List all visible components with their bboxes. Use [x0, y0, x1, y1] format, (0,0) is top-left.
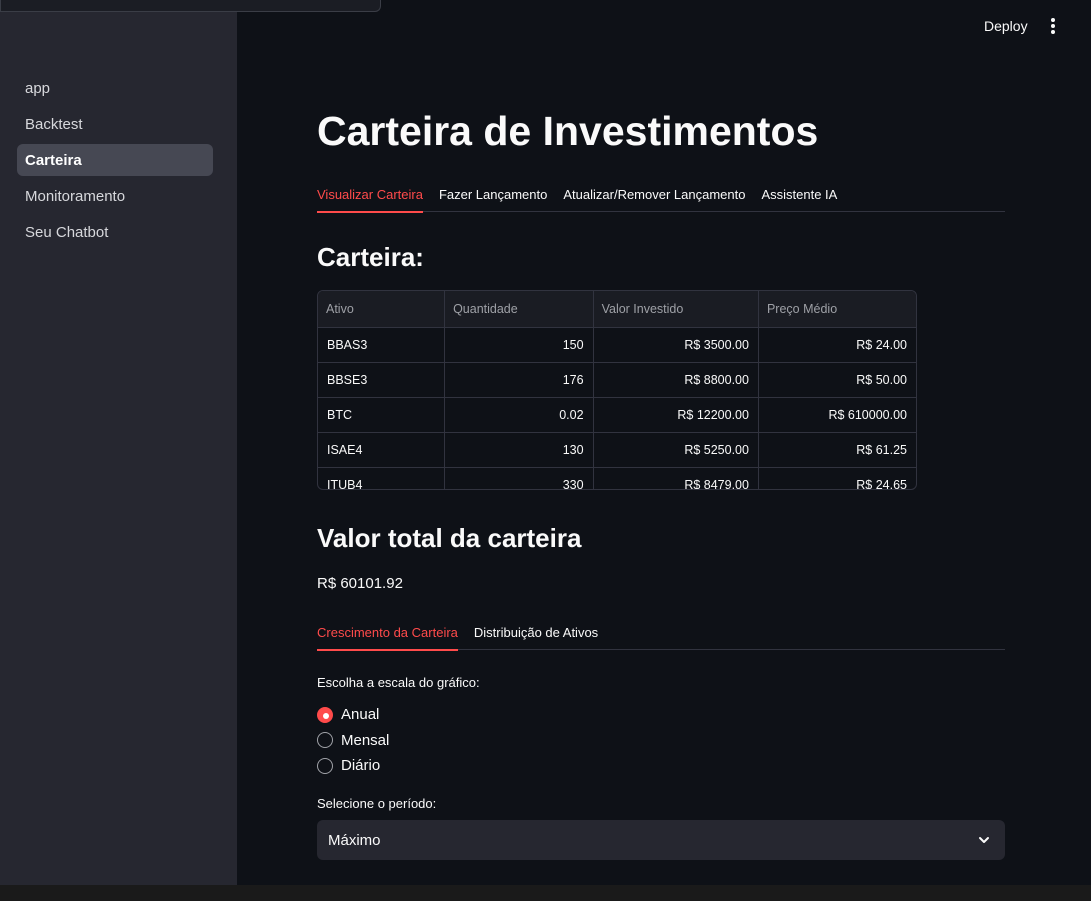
sidebar-item-label: Monitoramento — [25, 187, 126, 205]
portfolio-heading: Carteira: — [317, 242, 424, 272]
table-row: ITUB4 330 R$ 8479.00 R$ 24.65 — [318, 467, 916, 489]
sidebar-item-app[interactable]: app — [17, 72, 213, 104]
sidebar-item-label: Backtest — [25, 115, 83, 133]
sidebar-item-seu-chatbot[interactable]: Seu Chatbot — [17, 216, 213, 248]
portfolio-table[interactable]: Ativo Quantidade Valor Investido Preço M… — [317, 290, 917, 490]
table-cell[interactable]: BBSE3 — [318, 362, 446, 398]
main-menu-icon[interactable] — [1044, 16, 1062, 36]
sidebar-item-label: Carteira — [25, 151, 82, 169]
radio-unchecked-icon — [317, 732, 333, 749]
radio-label: Diário — [341, 757, 381, 775]
period-selected-value: Máximo — [328, 831, 381, 849]
sidebar-item-monitoramento[interactable]: Monitoramento — [17, 180, 213, 212]
period-select[interactable]: Máximo — [317, 820, 1005, 860]
tab-distribuicao-de-ativos[interactable]: Distribuição de Ativos — [474, 616, 598, 650]
radio-label: Mensal — [341, 731, 390, 749]
column-header-preco-medio[interactable]: Preço Médio — [758, 291, 916, 328]
radio-diario[interactable]: Diário — [317, 753, 389, 779]
page-title: Carteira de Investimentos — [317, 108, 819, 154]
column-header-ativo[interactable]: Ativo — [318, 291, 446, 328]
period-label: Selecione o período: — [317, 796, 437, 811]
column-header-quantidade[interactable]: Quantidade — [444, 291, 594, 328]
radio-label: Anual — [341, 706, 380, 724]
radio-unchecked-icon — [317, 757, 333, 774]
deploy-button[interactable]: Deploy — [984, 18, 1028, 34]
overlay-panel-edge — [0, 0, 381, 12]
table-row: BBAS3 150 R$ 3500.00 R$ 24.00 — [318, 327, 916, 363]
table-header-row: Ativo Quantidade Valor Investido Preço M… — [318, 291, 916, 328]
table-cell[interactable]: R$ 8800.00 — [593, 362, 759, 398]
table-cell[interactable]: R$ 12200.00 — [593, 397, 759, 433]
chevron-down-icon — [979, 837, 989, 843]
sidebar-item-carteira[interactable]: Carteira — [17, 144, 213, 176]
table-cell[interactable]: 330 — [444, 467, 594, 489]
table-row: BBSE3 176 R$ 8800.00 R$ 50.00 — [318, 362, 916, 398]
sidebar-item-backtest[interactable]: Backtest — [17, 108, 213, 140]
sidebar-item-label: app — [25, 79, 51, 97]
tab-visualizar-carteira[interactable]: Visualizar Carteira — [317, 178, 423, 213]
table-cell[interactable]: R$ 5250.00 — [593, 432, 759, 468]
table-cell[interactable]: R$ 50.00 — [758, 362, 916, 398]
table-cell[interactable]: ITUB4 — [318, 467, 446, 489]
bottom-bar — [0, 885, 1091, 901]
table-cell[interactable]: BBAS3 — [318, 327, 446, 363]
sidebar: app Backtest Carteira Monitoramento Seu … — [0, 0, 237, 885]
tab-crescimento-da-carteira[interactable]: Crescimento da Carteira — [317, 616, 458, 651]
table-cell[interactable]: R$ 8479.00 — [593, 467, 759, 489]
column-header-valor-investido[interactable]: Valor Investido — [593, 291, 759, 328]
table-cell[interactable]: ISAE4 — [318, 432, 446, 468]
table-cell[interactable]: R$ 61.25 — [758, 432, 916, 468]
tab-atualizar-remover-lancamento[interactable]: Atualizar/Remover Lançamento — [563, 178, 745, 212]
total-heading: Valor total da carteira — [317, 523, 582, 553]
radio-anual[interactable]: Anual — [317, 702, 389, 728]
table-row: BTC 0.02 R$ 12200.00 R$ 610000.00 — [318, 397, 916, 433]
main-tabs: Visualizar Carteira Fazer Lançamento Atu… — [317, 178, 1005, 213]
table-cell[interactable]: R$ 24.65 — [758, 467, 916, 489]
table-cell[interactable]: 176 — [444, 362, 594, 398]
table-cell[interactable]: R$ 610000.00 — [758, 397, 916, 433]
table-cell[interactable]: 130 — [444, 432, 594, 468]
tab-fazer-lancamento[interactable]: Fazer Lançamento — [439, 178, 547, 212]
sidebar-nav: app Backtest Carteira Monitoramento Seu … — [17, 72, 213, 252]
radio-mensal[interactable]: Mensal — [317, 728, 389, 754]
total-value: R$ 60101.92 — [317, 575, 403, 592]
table-cell[interactable]: 150 — [444, 327, 594, 363]
table-cell[interactable]: R$ 24.00 — [758, 327, 916, 363]
tab-assistente-ia[interactable]: Assistente IA — [761, 178, 837, 212]
table-cell[interactable]: R$ 3500.00 — [593, 327, 759, 363]
table-cell[interactable]: 0.02 — [444, 397, 594, 433]
chart-tabs: Crescimento da Carteira Distribuição de … — [317, 616, 1005, 651]
table-row: ISAE4 130 R$ 5250.00 R$ 61.25 — [318, 432, 916, 468]
scale-label: Escolha a escala do gráfico: — [317, 675, 480, 690]
sidebar-item-label: Seu Chatbot — [25, 223, 109, 241]
scale-radio-group: Anual Mensal Diário — [317, 702, 389, 779]
table-cell[interactable]: BTC — [318, 397, 446, 433]
radio-checked-icon — [317, 706, 333, 723]
